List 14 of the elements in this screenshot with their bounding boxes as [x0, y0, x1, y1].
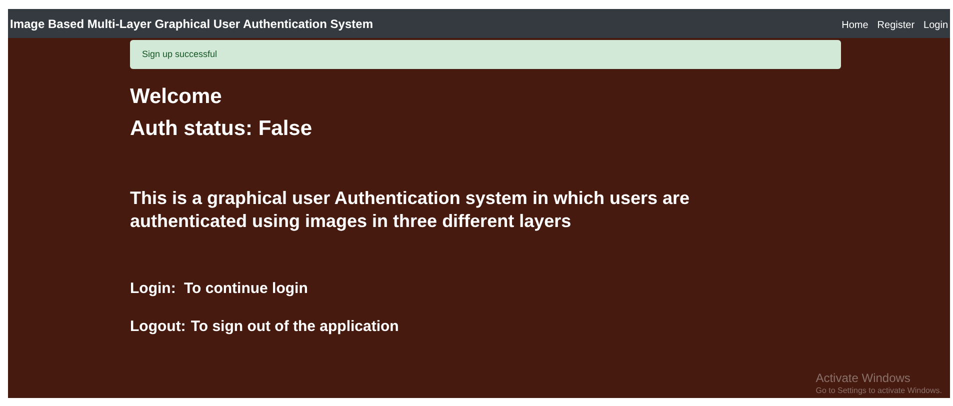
activation-subtitle: Go to Settings to activate Windows. — [816, 385, 942, 396]
nav-link[interactable]: Home — [842, 18, 868, 32]
description: This is a graphical user Authentication system in which users are authenticated using images in three different layers — [130, 187, 691, 233]
alert-text: Sign up successful — [142, 48, 218, 61]
navbar-brand[interactable]: Image Based Multi-Layer Graphical User Authentication System — [10, 14, 373, 32]
nav-link[interactable]: Register — [877, 18, 915, 32]
activation-title: Activate Windows — [816, 371, 912, 385]
nav-link[interactable]: Login — [924, 18, 948, 32]
heading: Welcome — [130, 84, 223, 110]
action-description: To sign out of the application — [190, 317, 399, 336]
action-label: Login: — [130, 279, 177, 298]
heading: Auth status: False — [130, 116, 314, 142]
action-label: Logout: — [130, 317, 186, 336]
action-description: To continue login — [184, 279, 308, 298]
